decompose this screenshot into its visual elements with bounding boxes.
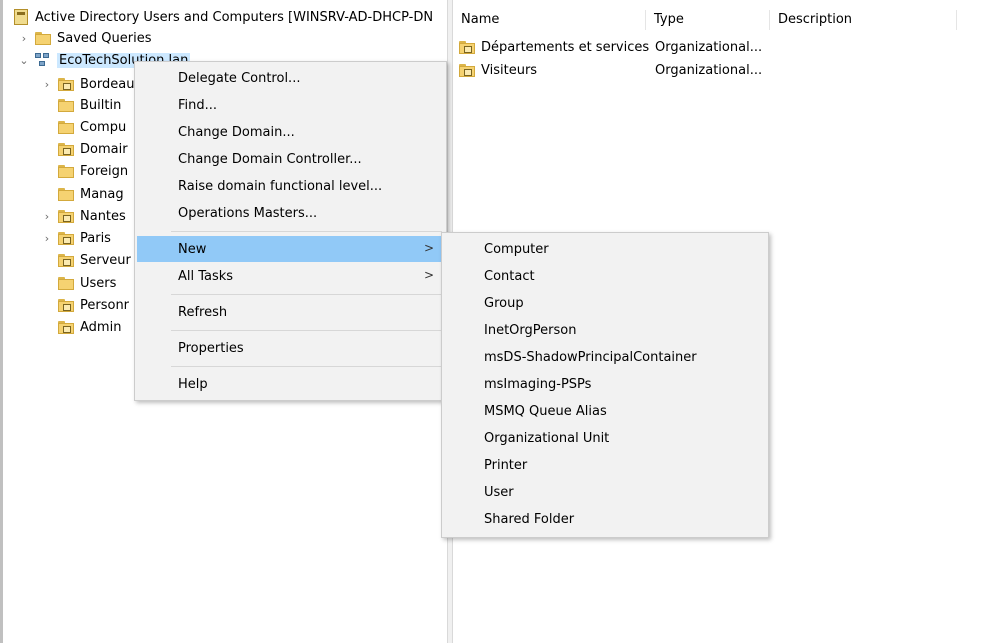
- folder-icon: [58, 164, 74, 178]
- context-menu: Delegate Control... Find... Change Domai…: [134, 61, 447, 401]
- tree-item-ou[interactable]: Serveur: [58, 249, 131, 271]
- console-root-icon: [14, 9, 28, 25]
- tree-item-ou[interactable]: Admin: [58, 316, 121, 338]
- submenu-item-msimaging-psps[interactable]: msImaging-PSPs: [444, 371, 766, 397]
- tree-item-label: Foreign: [80, 163, 129, 179]
- submenu-item-shared-folder[interactable]: Shared Folder: [444, 506, 766, 532]
- organizational-unit-icon: [58, 253, 74, 267]
- tree-item-ou[interactable]: Domair: [58, 138, 128, 160]
- organizational-unit-icon: [459, 40, 475, 54]
- tree-item-container[interactable]: Foreign: [58, 160, 128, 182]
- folder-icon: [58, 187, 74, 201]
- chevron-right-icon[interactable]: ›: [40, 78, 54, 91]
- menu-item-delegate-control[interactable]: Delegate Control...: [137, 65, 444, 91]
- organizational-unit-icon: [58, 77, 74, 91]
- tree-root[interactable]: Active Directory Users and Computers [WI…: [14, 6, 433, 28]
- menu-item-properties[interactable]: Properties: [137, 335, 444, 361]
- tree-item-container[interactable]: Users: [58, 272, 116, 294]
- menu-separator: [171, 330, 442, 331]
- list-item-type: Organizational...: [655, 62, 763, 78]
- submenu-item-shadow-principal-container[interactable]: msDS-ShadowPrincipalContainer: [444, 344, 766, 370]
- chevron-right-icon[interactable]: ›: [17, 32, 31, 45]
- menu-item-new[interactable]: New >: [137, 236, 444, 262]
- folder-icon: [58, 120, 74, 134]
- submenu-item-inetorgperson[interactable]: InetOrgPerson: [444, 317, 766, 343]
- menu-item-all-tasks-label: All Tasks: [178, 268, 234, 284]
- new-submenu: Computer Contact Group InetOrgPerson msD…: [441, 232, 769, 538]
- menu-item-raise-domain-level[interactable]: Raise domain functional level...: [137, 173, 444, 199]
- tree-item-saved-queries[interactable]: › Saved Queries: [17, 27, 152, 49]
- menu-item-all-tasks[interactable]: All Tasks >: [137, 263, 444, 289]
- aduc-window: Active Directory Users and Computers [WI…: [0, 0, 988, 643]
- menu-item-refresh[interactable]: Refresh: [137, 299, 444, 325]
- list-item-name: Visiteurs: [481, 62, 538, 78]
- submenu-item-contact[interactable]: Contact: [444, 263, 766, 289]
- column-header-type[interactable]: Type: [646, 10, 770, 30]
- submenu-item-group[interactable]: Group: [444, 290, 766, 316]
- tree-item-label: Users: [80, 275, 117, 291]
- tree-item-label: Compu: [80, 119, 127, 135]
- organizational-unit-icon: [58, 320, 74, 334]
- tree-item-container[interactable]: Manag: [58, 183, 124, 205]
- tree-item-container[interactable]: Builtin: [58, 94, 121, 116]
- chevron-down-icon[interactable]: ⌄: [17, 54, 31, 67]
- list-item[interactable]: Visiteurs Organizational...: [459, 59, 762, 81]
- list-header: Name Type Description: [453, 0, 988, 36]
- menu-item-find[interactable]: Find...: [137, 92, 444, 118]
- menu-separator: [171, 366, 442, 367]
- list-item-name: Départements et services: [481, 39, 650, 55]
- menu-separator: [171, 294, 442, 295]
- menu-item-change-domain[interactable]: Change Domain...: [137, 119, 444, 145]
- menu-item-help[interactable]: Help: [137, 371, 444, 397]
- tree-item-label: Bordeau: [80, 76, 135, 92]
- tree-item-label: Nantes: [80, 208, 126, 224]
- menu-separator: [171, 231, 442, 232]
- folder-icon: [58, 276, 74, 290]
- menu-item-new-label: New: [178, 241, 207, 257]
- menu-item-change-domain-controller[interactable]: Change Domain Controller...: [137, 146, 444, 172]
- tree-item-label: Serveur: [80, 252, 131, 268]
- submenu-item-organizational-unit[interactable]: Organizational Unit: [444, 425, 766, 451]
- tree-item-label: Personr: [80, 297, 130, 313]
- tree-item-ou[interactable]: › Bordeau: [40, 73, 135, 95]
- tree-root-label: Active Directory Users and Computers [WI…: [35, 9, 434, 25]
- organizational-unit-icon: [58, 209, 74, 223]
- domain-icon: [35, 52, 52, 68]
- tree-item-label: Paris: [80, 230, 111, 246]
- chevron-right-icon[interactable]: ›: [40, 210, 54, 223]
- organizational-unit-icon: [58, 142, 74, 156]
- submenu-item-printer[interactable]: Printer: [444, 452, 766, 478]
- folder-icon: [58, 98, 74, 112]
- tree-item-label: Manag: [80, 186, 124, 202]
- tree-item-label: Domair: [80, 141, 128, 157]
- organizational-unit-icon: [58, 231, 74, 245]
- chevron-right-icon: >: [423, 268, 434, 282]
- tree-item-label: Admin: [80, 319, 122, 335]
- tree-item-label: Saved Queries: [57, 30, 152, 46]
- chevron-right-icon[interactable]: ›: [40, 232, 54, 245]
- tree-item-ou[interactable]: › Paris: [40, 227, 111, 249]
- submenu-item-user[interactable]: User: [444, 479, 766, 505]
- submenu-item-msmq-queue-alias[interactable]: MSMQ Queue Alias: [444, 398, 766, 424]
- list-item-type: Organizational...: [655, 39, 763, 55]
- organizational-unit-icon: [58, 298, 74, 312]
- tree-item-label: Builtin: [80, 97, 122, 113]
- folder-icon: [35, 31, 51, 45]
- column-header-name[interactable]: Name: [453, 10, 646, 30]
- menu-item-operations-masters[interactable]: Operations Masters...: [137, 200, 444, 226]
- tree-item-container[interactable]: Compu: [58, 116, 126, 138]
- list-item[interactable]: Départements et services Organizational.…: [459, 36, 762, 58]
- column-header-description[interactable]: Description: [770, 10, 957, 30]
- submenu-item-computer[interactable]: Computer: [444, 236, 766, 262]
- chevron-right-icon: >: [423, 241, 434, 255]
- tree-item-ou[interactable]: Personr: [58, 294, 129, 316]
- organizational-unit-icon: [459, 63, 475, 77]
- tree-item-ou[interactable]: › Nantes: [40, 205, 126, 227]
